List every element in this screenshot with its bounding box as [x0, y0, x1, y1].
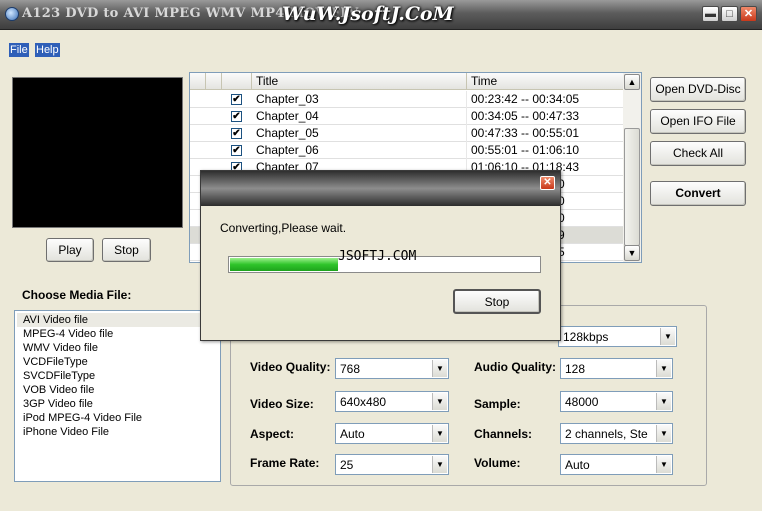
- media-file-label: Choose Media File:: [22, 288, 132, 302]
- check-all-button[interactable]: Check All: [650, 141, 746, 166]
- chapter-time-fragment: 0: [554, 210, 624, 227]
- minimize-icon[interactable]: ▬: [702, 6, 719, 22]
- list-item[interactable]: iPhone Video File: [17, 425, 217, 439]
- channels-select[interactable]: 2 channels, Ste ▼: [560, 423, 673, 444]
- header-blank-1: [190, 73, 206, 90]
- dialog-message: Converting,Please wait.: [220, 221, 347, 235]
- menu-help[interactable]: Help: [35, 43, 60, 57]
- chapter-time: 00:23:42 -- 00:34:05: [467, 91, 624, 108]
- video-size-label: Video Size:: [250, 397, 314, 411]
- audio-quality-label: Audio Quality:: [474, 360, 556, 374]
- app-icon: [5, 7, 19, 21]
- sample-value: 48000: [565, 395, 599, 409]
- channels-label: Channels:: [474, 427, 533, 441]
- frame-rate-select[interactable]: 25 ▼: [335, 454, 449, 475]
- video-quality-label: Video Quality:: [250, 360, 331, 374]
- chapter-time: 00:47:33 -- 00:55:01: [467, 125, 624, 142]
- dropdown-arrow-icon[interactable]: ▼: [432, 393, 447, 410]
- menu-bar: File Help: [0, 30, 762, 58]
- volume-select[interactable]: Auto ▼: [560, 454, 673, 475]
- dropdown-arrow-icon[interactable]: ▼: [660, 328, 675, 345]
- header-time[interactable]: Time: [467, 73, 624, 90]
- video-quality-value: 768: [340, 362, 361, 376]
- stop-conversion-button[interactable]: Stop: [453, 289, 541, 314]
- list-item[interactable]: 3GP Video file: [17, 397, 217, 411]
- dropdown-arrow-icon[interactable]: ▼: [432, 360, 447, 377]
- dialog-close-icon[interactable]: ✕: [540, 176, 555, 190]
- list-item[interactable]: VCDFileType: [17, 355, 217, 369]
- convert-button[interactable]: Convert: [650, 181, 746, 206]
- row-checkbox[interactable]: ✔: [231, 128, 242, 139]
- video-size-value: 640x480: [340, 395, 387, 409]
- chapter-scrollbar[interactable]: ▲ ▼: [623, 73, 641, 262]
- video-size-select[interactable]: 640x480 ▼: [335, 391, 449, 412]
- table-row[interactable]: ✔ Chapter_06 00:55:01 -- 01:06:10: [190, 142, 624, 159]
- sample-select[interactable]: 48000 ▼: [560, 391, 673, 412]
- media-file-list[interactable]: AVI Video file MPEG-4 Video file WMV Vid…: [14, 310, 221, 482]
- stop-playback-button[interactable]: Stop: [102, 238, 151, 262]
- scroll-down-icon[interactable]: ▼: [624, 245, 640, 261]
- dialog-brand-text: JSOFTJ.COM: [338, 249, 417, 264]
- row-checkbox[interactable]: ✔: [231, 145, 242, 156]
- audio-bitrate-value: 128kbps: [563, 330, 609, 344]
- play-button[interactable]: Play: [46, 238, 94, 262]
- list-item[interactable]: AVI Video file: [17, 313, 217, 327]
- aspect-label: Aspect:: [250, 427, 295, 441]
- sample-label: Sample:: [474, 397, 521, 411]
- dropdown-arrow-icon[interactable]: ▼: [656, 360, 671, 377]
- chapter-time: 00:55:01 -- 01:06:10: [467, 142, 624, 159]
- list-item[interactable]: VOB Video file: [17, 383, 217, 397]
- title-bar[interactable]: A123 DVD to AVI MPEG WMV MP4 MOV FLV WuW…: [0, 0, 762, 30]
- dropdown-arrow-icon[interactable]: ▼: [656, 393, 671, 410]
- header-title[interactable]: Title: [252, 73, 467, 90]
- table-row[interactable]: ✔ Chapter_05 00:47:33 -- 00:55:01: [190, 125, 624, 142]
- list-item[interactable]: iPod MPEG-4 Video File: [17, 411, 217, 425]
- scroll-up-icon[interactable]: ▲: [624, 74, 640, 90]
- header-check: [222, 73, 252, 90]
- table-row[interactable]: ✔ Chapter_03 00:23:42 -- 00:34:05: [190, 91, 624, 108]
- video-quality-select[interactable]: 768 ▼: [335, 358, 449, 379]
- frame-rate-value: 25: [340, 458, 354, 472]
- header-blank-2: [206, 73, 222, 90]
- video-preview: [12, 77, 183, 228]
- list-item[interactable]: WMV Video file: [17, 341, 217, 355]
- dropdown-arrow-icon[interactable]: ▼: [432, 425, 447, 442]
- dropdown-arrow-icon[interactable]: ▼: [432, 456, 447, 473]
- chapter-time-fragment: 0: [554, 193, 624, 210]
- open-dvd-disc-button[interactable]: Open DVD-Disc: [650, 77, 746, 102]
- chapter-title: Chapter_05: [252, 125, 467, 142]
- list-item[interactable]: SVCDFileType: [17, 369, 217, 383]
- chapter-title: Chapter_04: [252, 108, 467, 125]
- progress-fill: [230, 258, 338, 271]
- chapter-title: Chapter_06: [252, 142, 467, 159]
- converting-dialog: ✕ Converting,Please wait. JSOFTJ.COM Sto…: [200, 170, 561, 341]
- volume-label: Volume:: [474, 456, 521, 470]
- chapter-time: 00:34:05 -- 00:47:33: [467, 108, 624, 125]
- maximize-icon[interactable]: □: [721, 6, 738, 22]
- dropdown-arrow-icon[interactable]: ▼: [656, 456, 671, 473]
- list-item[interactable]: MPEG-4 Video file: [17, 327, 217, 341]
- menu-file[interactable]: File: [9, 43, 29, 57]
- open-ifo-file-button[interactable]: Open IFO File: [650, 109, 746, 134]
- table-row[interactable]: ✔ Chapter_04 00:34:05 -- 00:47:33: [190, 108, 624, 125]
- chapter-title: Chapter_03: [252, 91, 467, 108]
- aspect-select[interactable]: Auto ▼: [335, 423, 449, 444]
- channels-value: 2 channels, Ste: [565, 427, 648, 441]
- row-checkbox[interactable]: ✔: [231, 94, 242, 105]
- aspect-value: Auto: [340, 427, 365, 441]
- audio-quality-select[interactable]: 128 ▼: [560, 358, 673, 379]
- watermark-text: WuW.JsoftJ.CoM: [282, 3, 454, 25]
- close-icon[interactable]: ✕: [740, 6, 757, 22]
- volume-value: Auto: [565, 458, 590, 472]
- dropdown-arrow-icon[interactable]: ▼: [656, 425, 671, 442]
- frame-rate-label: Frame Rate:: [250, 456, 320, 470]
- scroll-thumb[interactable]: [624, 128, 640, 246]
- chapter-time-fragment: 0: [554, 176, 624, 193]
- chapter-time-fragment: 5: [554, 244, 624, 261]
- audio-quality-value: 128: [565, 362, 586, 376]
- audio-bitrate-select[interactable]: 128kbps ▼: [558, 326, 677, 347]
- dialog-title-bar[interactable]: ✕: [201, 171, 560, 206]
- chapter-time-fragment: 9: [554, 227, 624, 244]
- row-checkbox[interactable]: ✔: [231, 111, 242, 122]
